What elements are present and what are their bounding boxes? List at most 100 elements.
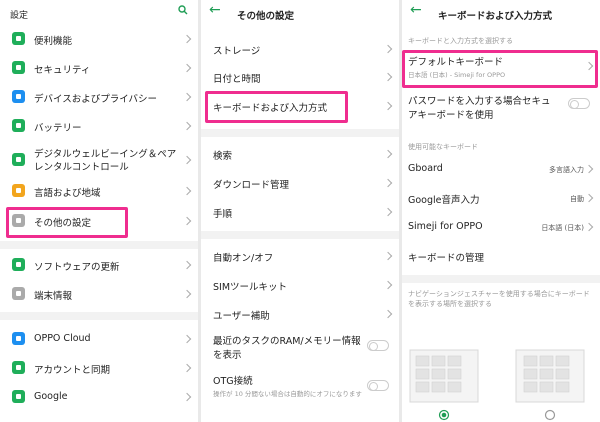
info-icon	[12, 287, 25, 300]
chevron-right-icon	[383, 72, 393, 82]
item-label: Google	[34, 391, 68, 402]
chevron-right-icon	[383, 280, 393, 290]
keyboard-item-simeji[interactable]: Simeji for OPPO 日本語 (日本)	[402, 216, 600, 238]
search-icon[interactable]	[178, 5, 188, 15]
settings-item-google[interactable]: Google	[0, 386, 198, 408]
otg-toggle[interactable]	[367, 380, 389, 391]
chevron-right-icon	[182, 63, 192, 73]
item-label: Simeji for OPPO	[408, 221, 483, 232]
chevron-right-icon	[383, 101, 393, 111]
settings-item-security[interactable]: セキュリティ	[0, 57, 198, 79]
nav-hint-text: を表示する場所を選択する	[408, 300, 492, 308]
account-icon	[12, 361, 25, 374]
chevron-right-icon	[182, 155, 192, 165]
chevron-right-icon	[383, 207, 393, 217]
menu-item-auto-power[interactable]: 自動オン/オフ	[201, 245, 399, 267]
menu-item-instructions[interactable]: 手順	[201, 201, 399, 223]
settings-item-about[interactable]: 端末情報	[0, 283, 198, 305]
item-label: 手順	[213, 209, 233, 220]
item-label: レンタルコントロール	[34, 162, 129, 173]
chevron-right-icon	[182, 392, 192, 402]
item-label: 自動オン/オフ	[213, 253, 274, 264]
item-label: ダウンロード管理	[213, 180, 290, 191]
chevron-right-icon	[182, 334, 192, 344]
item-label: 言語および地域	[34, 188, 101, 199]
divider	[402, 275, 600, 283]
chevron-right-icon	[182, 121, 192, 131]
settings-item-software-update[interactable]: ソフトウェアの更新	[0, 254, 198, 276]
divider	[0, 312, 198, 320]
chevron-right-icon	[383, 44, 393, 54]
highlight-box	[205, 91, 348, 123]
menu-item-otg[interactable]: OTG接続 操作が 10 分間ない場合は自動的にオフになります	[201, 370, 399, 404]
keyboard-header: ← キーボードおよび入力方式	[402, 0, 600, 26]
chevron-right-icon	[182, 260, 192, 270]
chevron-right-icon	[182, 92, 192, 102]
item-label: キーボードの管理	[408, 253, 485, 264]
keyboard-preview-left[interactable]	[409, 349, 479, 403]
settings-item-oppo-cloud[interactable]: OPPO Cloud	[0, 328, 198, 350]
item-label: バッテリー	[34, 123, 82, 134]
other-settings-header: ← その他の設定	[201, 0, 399, 26]
settings-item-battery[interactable]: バッテリー	[0, 115, 198, 137]
keyboard-position-previews	[409, 349, 585, 421]
back-arrow-icon[interactable]: ←	[209, 3, 221, 17]
section-header: 使用可能なキーボード	[408, 143, 478, 151]
chevron-right-icon	[383, 251, 393, 261]
menu-item-accessibility[interactable]: ユーザー補助	[201, 303, 399, 325]
settings-item-language[interactable]: 言語および地域	[0, 180, 198, 202]
radio-dot	[441, 412, 447, 418]
item-label: Google音声入力	[408, 195, 480, 206]
item-value: 日本語 (日本)	[541, 224, 584, 232]
secure-keyboard-toggle[interactable]	[568, 98, 590, 109]
keyboard-item-gboard[interactable]: Gboard 多言語入力	[402, 158, 600, 180]
radio-right[interactable]	[544, 409, 556, 421]
convenience-icon	[12, 32, 25, 45]
update-icon	[12, 258, 25, 271]
secure-keyboard-row[interactable]: パスワードを入力する場合セキュ アキーボードを使用	[402, 90, 600, 122]
item-sub: 操作が 10 分間ない場合は自動的にオフになります	[213, 390, 362, 398]
item-label: 便利機能	[34, 36, 73, 47]
back-arrow-icon[interactable]: ←	[410, 3, 422, 17]
menu-item-search[interactable]: 検索	[201, 143, 399, 165]
item-label: を表示	[213, 350, 242, 361]
settings-item-accounts[interactable]: アカウントと同期	[0, 357, 198, 379]
chevron-right-icon	[584, 193, 594, 203]
item-label: ユーザー補助	[213, 311, 270, 322]
item-label: OPPO Cloud	[34, 333, 91, 344]
manage-keyboards-link[interactable]: キーボードの管理	[402, 245, 600, 267]
item-label: OTG接続	[213, 376, 253, 387]
divider	[0, 241, 198, 249]
menu-item-recent-tasks-ram[interactable]: 最近のタスクのRAM/メモリー情報 を表示	[201, 330, 399, 364]
keyboard-item-google-voice[interactable]: Google音声入力 自動	[402, 187, 600, 209]
item-label: デジタルウェルビーイング＆ペア	[34, 149, 177, 160]
item-label: デバイスおよびプライバシー	[34, 94, 158, 105]
ram-info-toggle[interactable]	[367, 340, 389, 351]
menu-item-sim-toolkit[interactable]: SIMツールキット	[201, 274, 399, 296]
page-title: 設定	[10, 11, 29, 21]
chevron-right-icon	[584, 222, 594, 232]
chevron-right-icon	[383, 149, 393, 159]
item-label: アキーボードを使用	[408, 110, 494, 121]
highlight-box	[6, 207, 128, 238]
divider	[201, 231, 399, 239]
item-label: 検索	[213, 151, 233, 162]
settings-header: 設定	[0, 0, 198, 26]
google-icon	[12, 390, 25, 403]
menu-item-date-time[interactable]: 日付と時間	[201, 66, 399, 88]
chevron-right-icon	[383, 178, 393, 188]
menu-item-download-manager[interactable]: ダウンロード管理	[201, 172, 399, 194]
settings-item-convenience[interactable]: 便利機能	[0, 28, 198, 50]
language-icon	[12, 184, 25, 197]
keyboard-preview-right[interactable]	[515, 349, 585, 403]
settings-item-privacy[interactable]: デバイスおよびプライバシー	[0, 86, 198, 108]
item-label: 日付と時間	[213, 74, 261, 85]
other-settings-panel: ← その他の設定 ストレージ 日付と時間 キーボードおよび入力方式 検索 ダウン…	[201, 0, 399, 422]
item-label: SIMツールキット	[213, 282, 288, 293]
item-label: ストレージ	[213, 46, 261, 57]
item-label: セキュリティ	[34, 65, 91, 76]
wellbeing-icon	[12, 153, 25, 166]
menu-item-storage[interactable]: ストレージ	[201, 38, 399, 60]
chevron-right-icon	[182, 363, 192, 373]
settings-item-wellbeing[interactable]: デジタルウェルビーイング＆ペア レンタルコントロール	[0, 143, 198, 177]
